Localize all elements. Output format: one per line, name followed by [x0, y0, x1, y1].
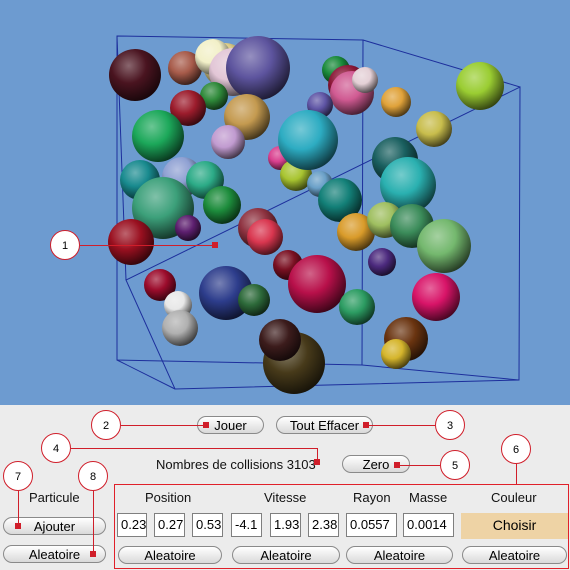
particle-sphere [417, 219, 471, 273]
vitesse-x-field[interactable]: -4.1 [231, 513, 262, 537]
callout-7-line [18, 491, 19, 525]
particle-sphere [203, 186, 241, 224]
collisions-label: Nombres de collisions 3103 [156, 457, 316, 472]
callout-3-marker [363, 422, 369, 428]
masse-field[interactable]: 0.0014 [403, 513, 454, 537]
choose-color-button[interactable]: Choisir [461, 513, 568, 539]
particle-sphere [381, 87, 411, 117]
simulation-viewport[interactable] [0, 0, 570, 405]
vitesse-z-field[interactable]: 2.38 [308, 513, 339, 537]
position-x-field[interactable]: 0.23 [117, 513, 147, 537]
callout-2-marker [203, 422, 209, 428]
particle-sphere [247, 219, 283, 255]
particle-sphere [456, 62, 504, 110]
clear-all-button[interactable]: Tout Effacer [276, 416, 373, 434]
particle-sphere [339, 289, 375, 325]
callout-6: 6 [501, 434, 531, 464]
callout-7-marker [15, 523, 21, 529]
callout-5: 5 [440, 450, 470, 480]
rayon-field[interactable]: 0.0557 [346, 513, 397, 537]
3d-scene [108, 35, 521, 394]
collisions-count: 3103 [286, 457, 316, 472]
control-panel: Jouer Tout Effacer Nombres de collisions… [0, 405, 570, 570]
callout-4-marker [314, 459, 320, 465]
position-y-field[interactable]: 0.27 [154, 513, 185, 537]
callout-8: 8 [78, 461, 108, 491]
particle-sphere [416, 111, 452, 147]
particle-sphere [288, 255, 346, 313]
callout-6-line [516, 464, 517, 484]
particle-sphere [109, 49, 161, 101]
particle-sphere [175, 215, 201, 241]
particle-sphere [162, 310, 198, 346]
callout-8-line [93, 491, 94, 554]
particle-sphere [352, 67, 378, 93]
particle-sphere [238, 284, 270, 316]
particle-sphere [132, 110, 184, 162]
callout-5-marker [394, 462, 400, 468]
particle-sphere [278, 110, 338, 170]
random-position-button[interactable]: Aleatoire [118, 546, 222, 564]
callout-4: 4 [41, 433, 71, 463]
callout-1-marker [212, 242, 218, 248]
particle-sphere [226, 36, 290, 100]
random-color-button[interactable]: Aleatoire [462, 546, 567, 564]
callout-8-marker [90, 551, 96, 557]
particle-sphere [381, 339, 411, 369]
particule-header: Particule [29, 490, 80, 505]
callout-3: 3 [435, 410, 465, 440]
particle-sphere [211, 125, 245, 159]
collisions-text: Nombres de collisions [156, 457, 284, 472]
particle-sphere [108, 219, 154, 265]
callout-3-line [366, 425, 435, 426]
particle-sphere [259, 319, 301, 361]
callout-7: 7 [3, 461, 33, 491]
callout-2: 2 [91, 410, 121, 440]
random-radius-mass-button[interactable]: Aleatoire [346, 546, 453, 564]
random-velocity-button[interactable]: Aleatoire [232, 546, 340, 564]
callout-1: 1 [50, 230, 80, 260]
callout-2-line [121, 425, 207, 426]
callout-4-line [71, 448, 318, 449]
position-z-field[interactable]: 0.53 [192, 513, 223, 537]
particle-sphere [412, 273, 460, 321]
particles [108, 36, 504, 394]
callout-5-line [397, 465, 440, 466]
vitesse-y-field[interactable]: 1.93 [270, 513, 301, 537]
particle-sphere [368, 248, 396, 276]
callout-1-line [80, 245, 214, 246]
